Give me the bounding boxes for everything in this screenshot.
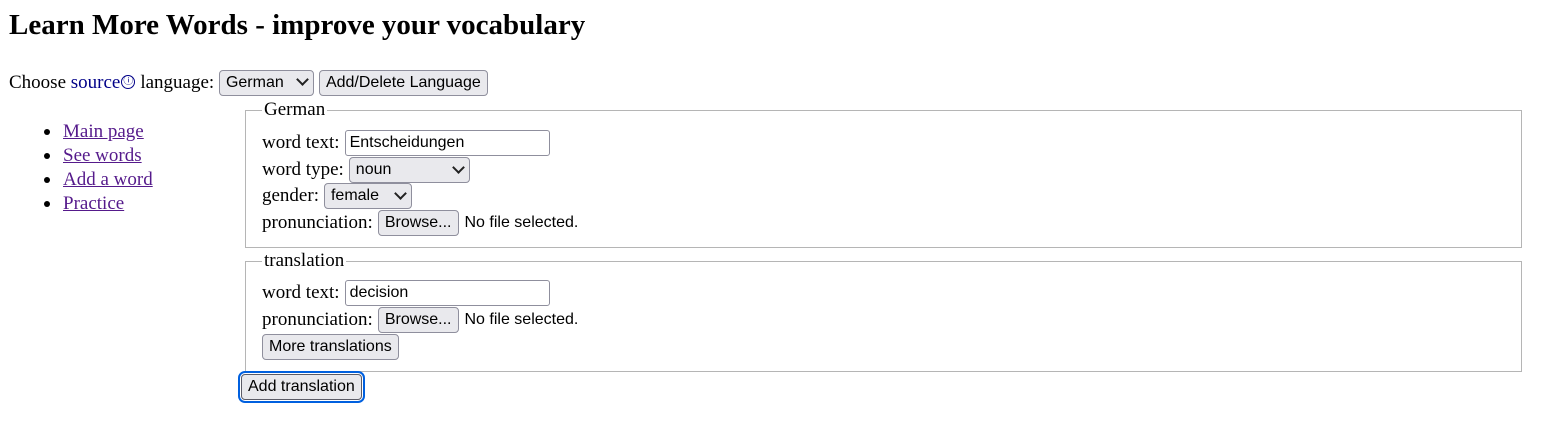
source-language-select[interactable]: German (218, 69, 314, 96)
main-page-link[interactable]: Main page (63, 121, 144, 142)
translation-fieldset: translation word text: decision pronunci… (245, 251, 1522, 372)
translation-pronunciation-row: pronunciation: Browse... No file selecte… (262, 307, 578, 333)
nav-item-add-word: Add a word (44, 168, 153, 192)
file-status: No file selected. (464, 214, 579, 231)
word-type-row: word type: noun (262, 157, 470, 183)
info-circle-icon[interactable]: ⓘ (121, 74, 136, 89)
add-translation-button[interactable]: Add translation (238, 371, 365, 403)
main-nav: Main page See words Add a word Practice (44, 120, 153, 216)
gender-select[interactable]: female (323, 183, 412, 209)
language-label: language: (140, 72, 215, 93)
more-translations-button[interactable]: More translations (262, 334, 399, 360)
source-link[interactable]: source (71, 69, 121, 96)
chevron-down-icon (296, 73, 309, 86)
bullet (44, 153, 50, 159)
source-word-fieldset: German word text: Entscheidungen word ty… (245, 100, 1522, 248)
page-title: Learn More Words - improve your vocabula… (9, 9, 586, 41)
pronunciation-label: pronunciation: (262, 309, 373, 330)
word-text-label: word text: (262, 132, 340, 153)
practice-link[interactable]: Practice (63, 193, 124, 214)
word-text-row: word text: Entscheidungen (262, 130, 550, 156)
source-word-legend: German (262, 99, 328, 120)
browse-button[interactable]: Browse... (377, 210, 459, 236)
pronunciation-row: pronunciation: Browse... No file selecte… (262, 210, 578, 236)
language-selector-row: Choose source ⓘ language: German Add/Del… (9, 69, 488, 96)
gender-row: gender: female (262, 183, 412, 209)
bullet (44, 177, 50, 183)
more-translations-row: More translations (262, 334, 399, 360)
see-words-link[interactable]: See words (63, 145, 142, 166)
word-text-input[interactable]: Entscheidungen (344, 130, 550, 156)
pronunciation-label: pronunciation: (262, 212, 373, 233)
choose-label: Choose (9, 72, 66, 93)
word-type-select[interactable]: noun (348, 157, 470, 183)
add-delete-language-button[interactable]: Add/Delete Language (318, 69, 488, 96)
translation-word-text-input[interactable]: decision (344, 280, 550, 306)
nav-item-see-words: See words (44, 144, 153, 168)
word-type-value: noun (355, 161, 392, 178)
translation-legend: translation (262, 250, 347, 271)
file-status: No file selected. (464, 311, 579, 328)
chevron-down-icon (394, 186, 407, 200)
add-word-link[interactable]: Add a word (63, 169, 153, 190)
source-language-value: German (225, 73, 284, 91)
word-text-label: word text: (262, 282, 340, 303)
translation-browse-button[interactable]: Browse... (377, 307, 459, 333)
chevron-down-icon (451, 160, 465, 174)
bullet (44, 201, 50, 207)
nav-item-main-page: Main page (44, 120, 153, 144)
gender-value: female (330, 187, 380, 204)
bullet (44, 129, 50, 135)
nav-item-practice: Practice (44, 192, 153, 216)
gender-label: gender: (262, 185, 319, 206)
word-type-label: word type: (262, 159, 344, 180)
translation-word-text-row: word text: decision (262, 280, 550, 306)
